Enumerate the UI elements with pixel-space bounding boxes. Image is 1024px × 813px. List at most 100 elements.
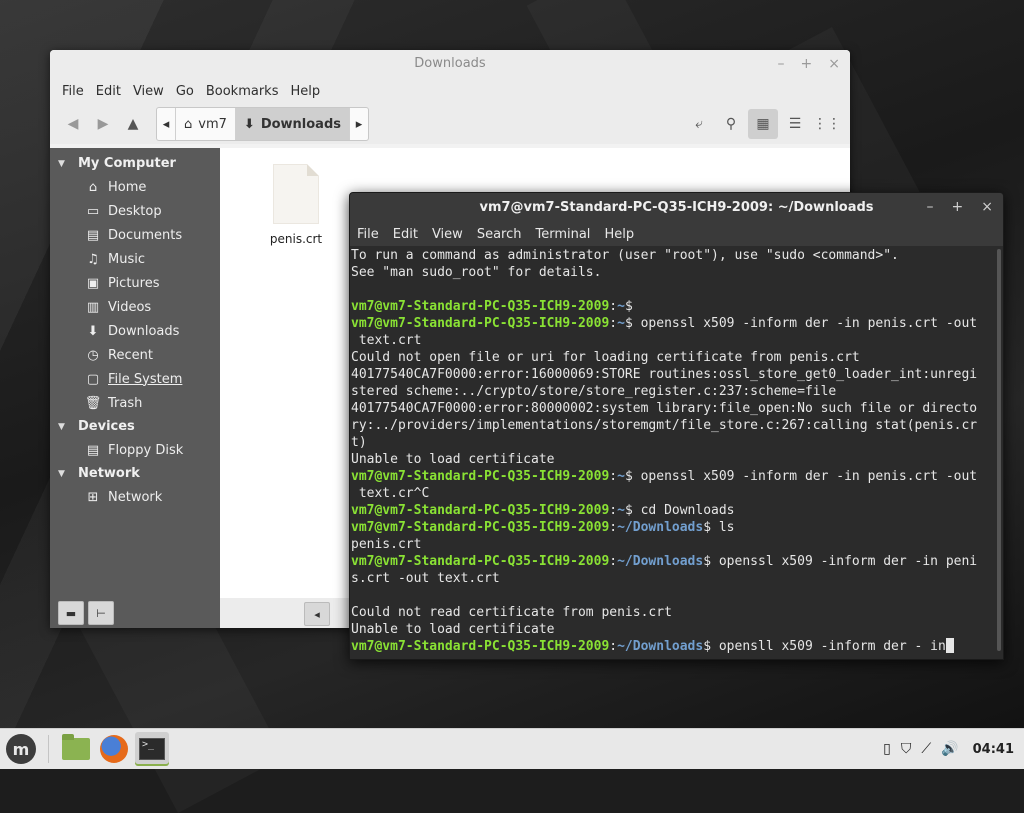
- close-icon[interactable]: ×: [981, 193, 993, 222]
- home-icon: ⌂: [184, 116, 193, 132]
- menu-search[interactable]: Search: [470, 227, 529, 242]
- terminal-line: Unable to load certificate: [351, 622, 555, 637]
- prompt-user: vm7@vm7-Standard-PC-Q35-ICH9-2009: [351, 639, 610, 654]
- up-icon[interactable]: ▲: [118, 109, 148, 139]
- volume-icon[interactable]: 🔊: [941, 741, 958, 757]
- close-icon[interactable]: ×: [828, 50, 840, 78]
- collapse-arrow-icon: ▼: [58, 468, 65, 479]
- sidebar-heading: Devices: [78, 419, 135, 434]
- sidebar-item-trash[interactable]: 🗑 Trash: [50, 391, 220, 415]
- menu-edit[interactable]: Edit: [90, 84, 127, 99]
- minimize-icon[interactable]: –: [927, 193, 934, 222]
- menu-file[interactable]: File: [350, 227, 386, 242]
- places-icon[interactable]: ▬: [58, 601, 84, 625]
- prompt-separator: :: [609, 503, 618, 518]
- menu-bookmarks[interactable]: Bookmarks: [200, 84, 285, 99]
- sidebar: ▼ My Computer ⌂ Home ▭ Desktop ▤ Documents …: [50, 148, 220, 598]
- sidebar-item-network[interactable]: ⊞ Network: [50, 485, 220, 509]
- prompt-user: vm7@vm7-Standard-PC-Q35-ICH9-2009: [351, 520, 610, 535]
- menu-help[interactable]: Help: [284, 84, 326, 99]
- sidebar-section-devices[interactable]: ▼ Devices: [50, 415, 220, 438]
- terminal-line: To run a command as administrator (user …: [351, 248, 899, 263]
- sidebar-item-floppy-disk[interactable]: ▤ Floppy Disk: [50, 438, 220, 462]
- breadcrumb-current[interactable]: ⬇ Downloads: [235, 108, 351, 140]
- forward-icon[interactable]: ▶: [88, 109, 118, 139]
- menu-help[interactable]: Help: [597, 227, 641, 242]
- sidebar-item-file-system[interactable]: ▢ File System: [50, 367, 220, 391]
- sidebar-item-downloads[interactable]: ⬇ Downloads: [50, 319, 220, 343]
- taskbar: m >_ ▯ ⛉ ⟋ 🔊 04:41: [0, 728, 1024, 769]
- terminal-line: See "man sudo_root" for details.: [351, 265, 602, 280]
- certificate-file-icon: [273, 164, 319, 224]
- menu-view[interactable]: View: [127, 84, 170, 99]
- sidebar-item-label: Recent: [108, 347, 153, 363]
- terminal-icon: >_: [139, 738, 165, 760]
- prompt-path: ~/Downloads: [617, 554, 704, 569]
- file-manager-titlebar[interactable]: Downloads – + ×: [50, 50, 850, 78]
- prompt-path: ~: [617, 316, 625, 331]
- clipboard-icon[interactable]: ▯: [883, 741, 891, 757]
- menubar: File Edit View Go Bookmarks Help: [50, 78, 850, 104]
- sidebar-item-home[interactable]: ⌂ Home: [50, 175, 220, 199]
- sidebar-item-desktop[interactable]: ▭ Desktop: [50, 199, 220, 223]
- menu-file[interactable]: File: [56, 84, 90, 99]
- breadcrumb-current-label: Downloads: [260, 116, 342, 132]
- icon-view-icon[interactable]: ▦: [748, 109, 778, 139]
- prompt-user: vm7@vm7-Standard-PC-Q35-ICH9-2009: [351, 554, 610, 569]
- prompt-separator: :: [609, 554, 618, 569]
- scrollbar-thumb[interactable]: [997, 249, 1001, 651]
- tree-icon[interactable]: ⊢: [88, 601, 114, 625]
- window-title: vm7@vm7-Standard-PC-Q35-ICH9-2009: ~/Dow…: [479, 200, 874, 215]
- sidebar-section-my-computer[interactable]: ▼ My Computer: [50, 152, 220, 175]
- breadcrumb-left-icon[interactable]: ◂: [157, 108, 176, 140]
- breadcrumb-home[interactable]: ⌂ vm7: [176, 108, 236, 140]
- prompt-path: ~/Downloads: [617, 639, 704, 654]
- files-icon: [62, 734, 90, 760]
- minimize-icon[interactable]: –: [778, 50, 785, 78]
- window-title: Downloads: [414, 56, 486, 71]
- sidebar-section-network[interactable]: ▼ Network: [50, 462, 220, 485]
- menu-icon[interactable]: m: [6, 734, 36, 764]
- list-view-icon[interactable]: ☰: [780, 109, 810, 139]
- prompt-user: vm7@vm7-Standard-PC-Q35-ICH9-2009: [351, 503, 610, 518]
- toggle-location-icon[interactable]: ⤶: [684, 109, 714, 139]
- files-launcher[interactable]: [59, 732, 93, 766]
- terminal-titlebar[interactable]: vm7@vm7-Standard-PC-Q35-ICH9-2009: ~/Dow…: [350, 193, 1003, 222]
- back-icon[interactable]: ◀: [58, 109, 88, 139]
- menu-terminal[interactable]: Terminal: [528, 227, 597, 242]
- maximize-icon[interactable]: +: [801, 50, 813, 78]
- sidebar-item-pictures[interactable]: ▣ Pictures: [50, 271, 220, 295]
- sidebar-item-videos[interactable]: ▥ Videos: [50, 295, 220, 319]
- prompt-separator: :: [609, 316, 618, 331]
- terminal-line: s.crt -out text.crt: [351, 571, 500, 586]
- menu-edit[interactable]: Edit: [386, 227, 425, 242]
- terminal-line: vm7@vm7-Standard-PC-Q35-ICH9-2009:~$: [351, 298, 993, 315]
- sidebar-heading: Network: [78, 466, 140, 481]
- maximize-icon[interactable]: +: [952, 193, 964, 222]
- search-icon[interactable]: ⚲: [716, 109, 746, 139]
- sidebar-item-documents[interactable]: ▤ Documents: [50, 223, 220, 247]
- terminal-output[interactable]: To run a command as administrator (user …: [351, 247, 993, 659]
- hide-sidebar-icon[interactable]: ◂: [304, 602, 330, 626]
- terminal-scrollbar[interactable]: [994, 247, 1003, 659]
- command-text: $ ls: [703, 520, 735, 535]
- downloads-icon: ⬇: [87, 323, 99, 339]
- breadcrumb-right-icon[interactable]: ▸: [350, 108, 368, 140]
- menu-go[interactable]: Go: [170, 84, 200, 99]
- sidebar-item-label: Downloads: [108, 323, 180, 339]
- clock[interactable]: 04:41: [973, 742, 1014, 757]
- file-item[interactable]: penis.crt: [256, 164, 336, 246]
- compact-view-icon[interactable]: ⋮⋮: [812, 109, 842, 139]
- prompt-path: ~: [617, 469, 625, 484]
- sidebar-item-music[interactable]: ♫ Music: [50, 247, 220, 271]
- firefox-launcher[interactable]: [97, 732, 131, 766]
- shield-icon[interactable]: ⛉: [901, 741, 912, 757]
- sidebar-item-label: Floppy Disk: [108, 442, 184, 458]
- menu-view[interactable]: View: [425, 227, 470, 242]
- terminal-launcher[interactable]: >_: [135, 732, 169, 766]
- system-tray: ▯ ⛉ ⟋ 🔊 04:41: [883, 729, 1014, 769]
- network-status-icon[interactable]: ⟋: [921, 741, 931, 757]
- sidebar-item-recent[interactable]: ◷ Recent: [50, 343, 220, 367]
- terminal-window: vm7@vm7-Standard-PC-Q35-ICH9-2009: ~/Dow…: [349, 192, 1004, 660]
